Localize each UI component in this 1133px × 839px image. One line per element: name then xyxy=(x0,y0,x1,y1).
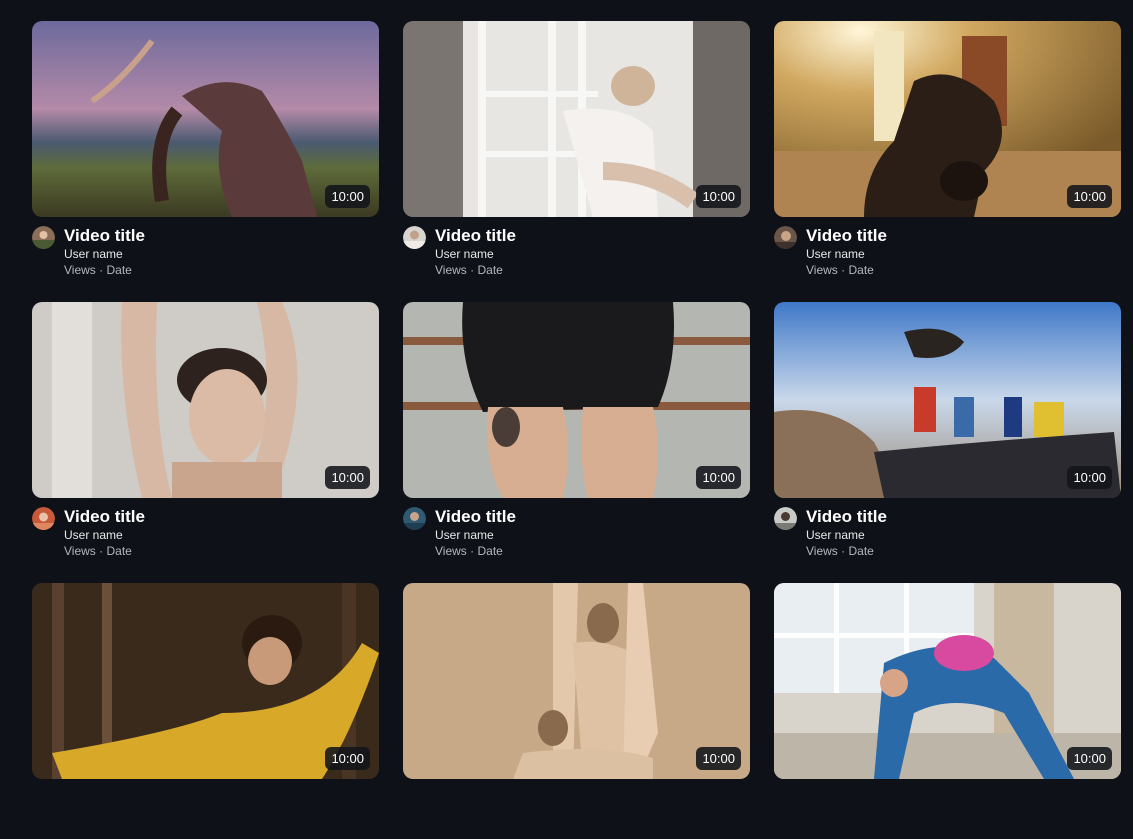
upload-date: Date xyxy=(848,544,874,558)
video-title[interactable]: Video title xyxy=(64,226,145,246)
video-title[interactable]: Video title xyxy=(64,507,145,527)
video-stats: Views · Date xyxy=(64,263,145,278)
duration-badge: 10:00 xyxy=(696,185,741,208)
duration-badge: 10:00 xyxy=(325,466,370,489)
channel-avatar[interactable] xyxy=(32,507,55,530)
video-thumbnail[interactable]: 10:00 xyxy=(774,21,1121,217)
views-count: Views xyxy=(64,544,96,558)
channel-name[interactable]: User name xyxy=(806,528,887,543)
separator: · xyxy=(470,544,475,558)
video-thumbnail[interactable]: 10:00 xyxy=(32,21,379,217)
upload-date: Date xyxy=(848,263,874,277)
video-card[interactable]: 10:00 Video title User name Views · Date xyxy=(403,21,750,277)
video-stats: Views · Date xyxy=(806,544,887,559)
video-thumbnail[interactable]: 10:00 xyxy=(403,302,750,498)
video-thumbnail[interactable]: 10:00 xyxy=(774,302,1121,498)
channel-avatar[interactable] xyxy=(32,226,55,249)
video-card[interactable]: 10:00 xyxy=(774,583,1121,839)
separator: · xyxy=(470,263,475,277)
duration-badge: 10:00 xyxy=(696,747,741,770)
channel-name[interactable]: User name xyxy=(435,528,516,543)
video-grid: 10:00 Video title User name Views · Date xyxy=(32,21,1121,839)
video-card[interactable]: 10:00 xyxy=(32,583,379,839)
duration-badge: 10:00 xyxy=(325,185,370,208)
video-thumbnail[interactable]: 10:00 xyxy=(32,302,379,498)
duration-badge: 10:00 xyxy=(1067,747,1112,770)
channel-avatar[interactable] xyxy=(774,507,797,530)
upload-date: Date xyxy=(477,263,503,277)
video-thumbnail[interactable]: 10:00 xyxy=(32,583,379,779)
views-count: Views xyxy=(806,263,838,277)
video-title[interactable]: Video title xyxy=(435,226,516,246)
video-thumbnail[interactable]: 10:00 xyxy=(774,583,1121,779)
duration-badge: 10:00 xyxy=(325,747,370,770)
video-card[interactable]: 10:00 Video title User name Views · Date xyxy=(774,21,1121,277)
duration-badge: 10:00 xyxy=(696,466,741,489)
video-stats: Views · Date xyxy=(806,263,887,278)
upload-date: Date xyxy=(106,263,132,277)
channel-name[interactable]: User name xyxy=(64,528,145,543)
channel-avatar[interactable] xyxy=(403,507,426,530)
views-count: Views xyxy=(64,263,96,277)
video-card[interactable]: 10:00 Video title User name Views · Date xyxy=(32,21,379,277)
channel-name[interactable]: User name xyxy=(64,247,145,262)
video-card[interactable]: 10:00 Video title User name Views · Date xyxy=(403,302,750,558)
channel-avatar[interactable] xyxy=(403,226,426,249)
views-count: Views xyxy=(435,544,467,558)
video-card[interactable]: 10:00 Video title User name Views · Date xyxy=(32,302,379,558)
duration-badge: 10:00 xyxy=(1067,466,1112,489)
video-title[interactable]: Video title xyxy=(435,507,516,527)
separator: · xyxy=(99,263,104,277)
separator: · xyxy=(841,544,846,558)
channel-avatar[interactable] xyxy=(774,226,797,249)
video-title[interactable]: Video title xyxy=(806,226,887,246)
separator: · xyxy=(841,263,846,277)
video-card[interactable]: 10:00 xyxy=(403,583,750,839)
upload-date: Date xyxy=(477,544,503,558)
video-stats: Views · Date xyxy=(435,263,516,278)
channel-name[interactable]: User name xyxy=(806,247,887,262)
video-stats: Views · Date xyxy=(435,544,516,559)
video-title[interactable]: Video title xyxy=(806,507,887,527)
duration-badge: 10:00 xyxy=(1067,185,1112,208)
separator: · xyxy=(99,544,104,558)
video-thumbnail[interactable]: 10:00 xyxy=(403,583,750,779)
video-thumbnail[interactable]: 10:00 xyxy=(403,21,750,217)
views-count: Views xyxy=(435,263,467,277)
channel-name[interactable]: User name xyxy=(435,247,516,262)
upload-date: Date xyxy=(106,544,132,558)
video-card[interactable]: 10:00 Video title User name Views · Date xyxy=(774,302,1121,558)
views-count: Views xyxy=(806,544,838,558)
video-stats: Views · Date xyxy=(64,544,145,559)
